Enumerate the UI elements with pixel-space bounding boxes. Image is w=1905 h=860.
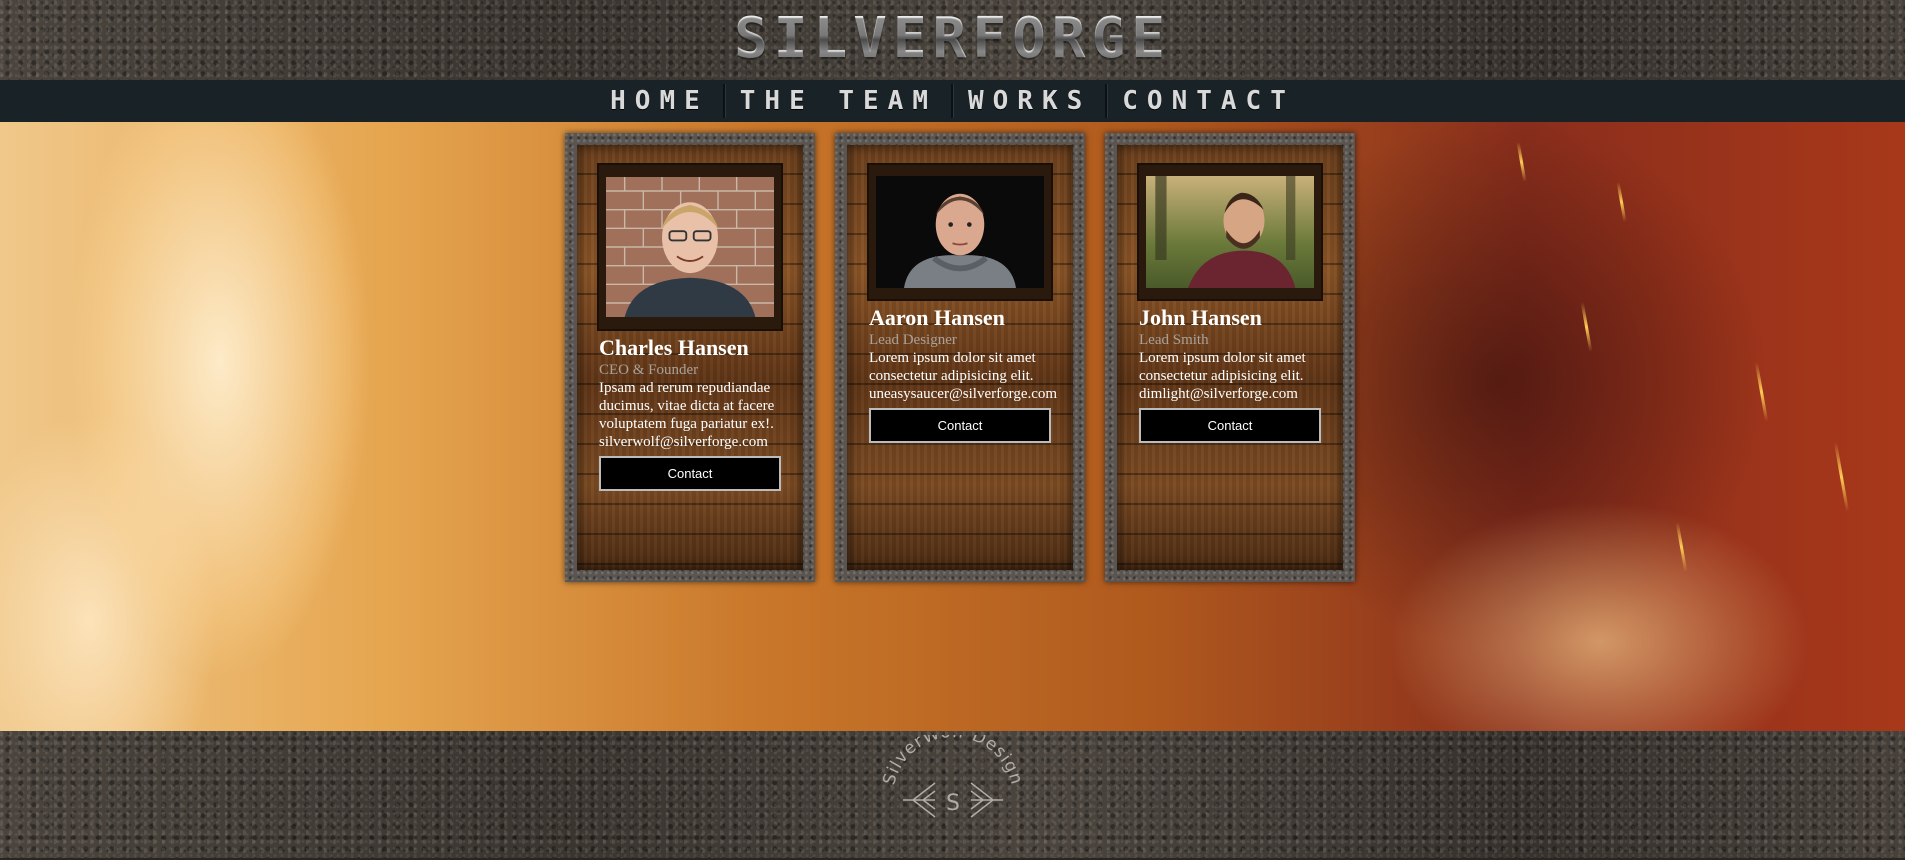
svg-text:SilverWolf Design: SilverWolf Design [879,735,1026,787]
member-role: Lead Designer [869,332,957,348]
member-bio: Lorem ipsum dolor sit amet consectetur a… [1139,350,1306,384]
spark-decoration [1754,362,1769,422]
member-name: Charles Hansen [599,335,749,360]
nav-the-team[interactable]: THE TEAM [726,86,951,116]
team-card: Aaron Hansen Lead Designer Lorem ipsum d… [835,133,1085,582]
member-bio: Ipsam ad rerum repudiandae ducimus, vita… [599,380,775,432]
member-role: Lead Smith [1139,332,1209,348]
site-header: SILVERFORGE [0,0,1905,80]
member-photo [606,177,774,317]
member-name: Aaron Hansen [869,305,1005,330]
silverwolf-logo-icon: SilverWolf Design S [879,722,1026,818]
team-card: John Hansen Lead Smith Lorem ipsum dolor… [1105,133,1355,582]
site-logo-title[interactable]: SILVERFORGE [734,6,1171,71]
nav-contact[interactable]: CONTACT [1108,86,1309,116]
member-email[interactable]: silverwolf@silverforge.com [599,433,781,451]
member-photo [1146,176,1314,288]
spark-decoration [1516,142,1527,182]
team-card-body: John Hansen Lead Smith Lorem ipsum dolor… [1117,145,1343,570]
member-email[interactable]: dimlight@silverforge.com [1139,385,1321,403]
contact-button[interactable]: Contact [869,408,1051,443]
member-photo [876,176,1044,288]
photo-frame [867,163,1053,301]
site-footer: SilverWolf Design S [0,722,1905,858]
member-bio: Lorem ipsum dolor sit amet consectetur a… [869,350,1036,384]
spark-decoration [1833,442,1850,512]
member-name: John Hansen [1139,305,1262,330]
photo-frame [1137,163,1323,301]
nav-works[interactable]: WORKS [954,86,1105,116]
main-nav: HOME THE TEAM WORKS CONTACT [0,80,1905,122]
team-card-body: Aaron Hansen Lead Designer Lorem ipsum d… [847,145,1073,570]
spark-decoration [1616,182,1627,222]
member-email[interactable]: uneasysaucer@silverforge.com [869,385,1057,403]
footer-logo-letter: S [946,791,960,816]
photo-frame [597,163,783,331]
contact-button[interactable]: Contact [599,456,781,491]
team-card: Charles Hansen CEO & Founder Ipsam ad re… [565,133,815,582]
member-role: CEO & Founder [599,362,699,378]
spark-decoration [1675,522,1688,572]
contact-button[interactable]: Contact [1139,408,1321,443]
team-card-body: Charles Hansen CEO & Founder Ipsam ad re… [577,145,803,570]
nav-home[interactable]: HOME [596,86,723,116]
spark-decoration [1580,302,1593,352]
footer-logo[interactable]: SilverWolf Design S [873,722,1033,855]
footer-logo-text: SilverWolf Design [879,722,1025,787]
